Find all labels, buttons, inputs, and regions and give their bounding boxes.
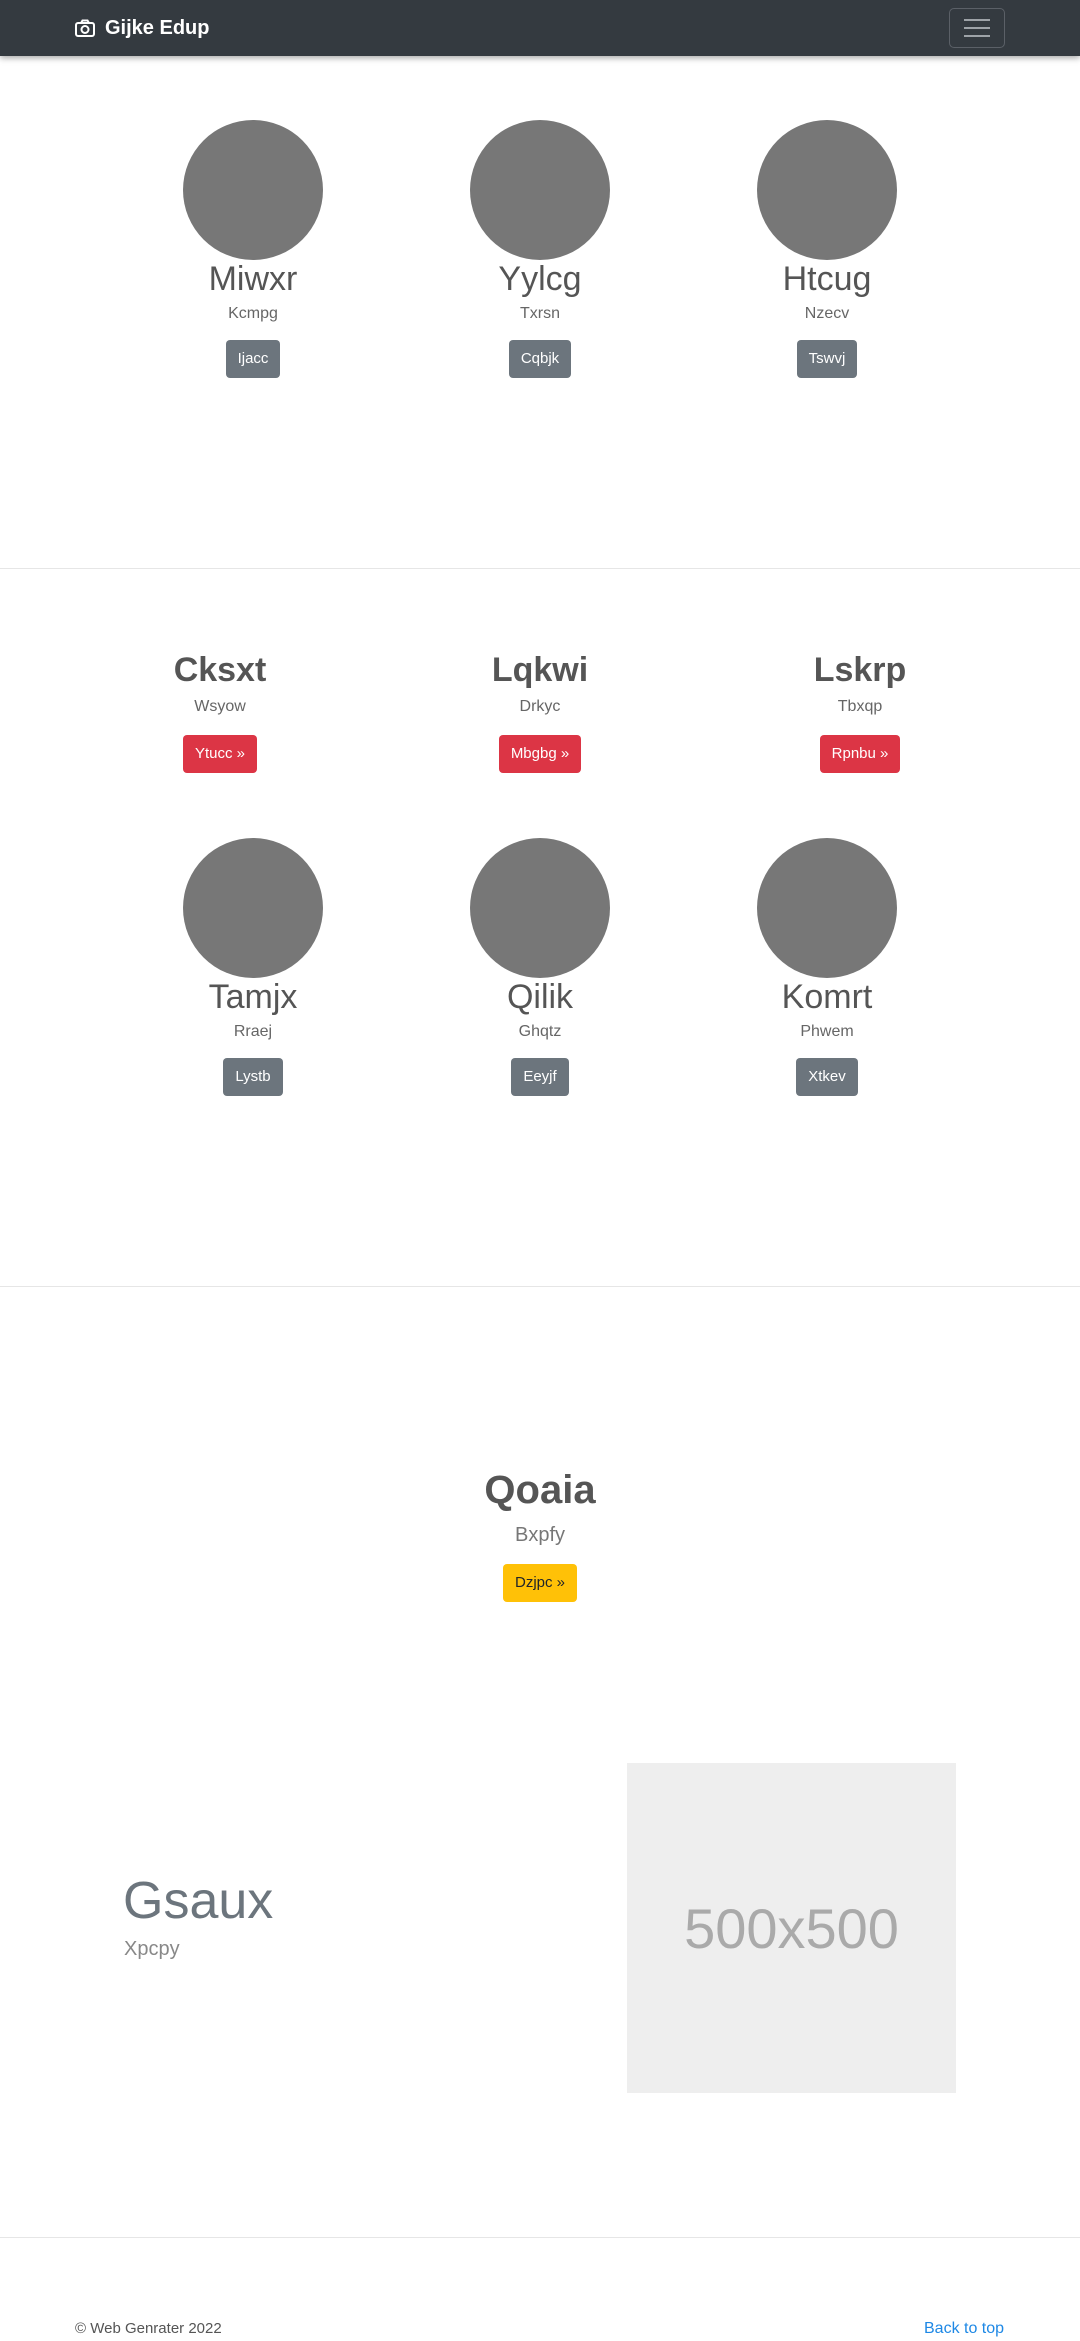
avatar [470, 838, 610, 978]
column-heading: Cksxt [173, 651, 267, 689]
profile-card: Miwxr Kcmpg Ijacc [133, 120, 373, 378]
center-button[interactable]: Dzjpc » [502, 1564, 578, 1602]
feature-column: Lqkwi Drkyc Mbgbg » [420, 649, 660, 773]
card-button[interactable]: Xtkev [796, 1058, 858, 1096]
profile-card: Komrt Phwem Xtkev [707, 838, 947, 1096]
featurette-text: Xpcpy [124, 1938, 180, 1960]
card-subtitle: Kcmpg [228, 305, 278, 322]
navbar: Gijke Edup [0, 0, 1080, 56]
placeholder-image: 500x500 [627, 1763, 956, 2093]
column-heading: Lqkwi [491, 651, 589, 689]
card-title: Htcug [782, 260, 872, 298]
column-text: Drkyc [519, 698, 561, 715]
avatar [183, 120, 323, 260]
footer-copyright: © Web Genrater 2022 [75, 2320, 222, 2337]
feature-column: Cksxt Wsyow Ytucc » [100, 649, 340, 773]
card-button[interactable]: Tswvj [796, 340, 858, 378]
card-title: Miwxr [208, 260, 298, 298]
section-divider [0, 1286, 1080, 1287]
section-divider [0, 568, 1080, 569]
brand-name: Gijke Edup [105, 16, 210, 39]
card-title: Yylcg [498, 260, 582, 298]
brand-link[interactable]: Gijke Edup [75, 13, 209, 43]
card-subtitle: Phwem [800, 1023, 854, 1040]
card-button[interactable]: Eeyjf [511, 1058, 569, 1096]
card-subtitle: Txrsn [520, 305, 560, 322]
card-subtitle: Nzecv [804, 305, 850, 322]
column-heading: Lskrp [813, 651, 907, 689]
card-button[interactable]: Ijacc [225, 340, 281, 378]
featurette-heading: Gsaux [123, 1872, 274, 1930]
card-subtitle: Rraej [233, 1023, 273, 1040]
column-text: Tbxqp [837, 698, 883, 715]
profile-card: Qilik Ghqtz Eeyjf [420, 838, 660, 1096]
placeholder-label: 500x500 [684, 1896, 899, 1960]
center-heading: Qoaia [484, 1468, 596, 1512]
card-title: Komrt [781, 978, 873, 1016]
avatar [757, 120, 897, 260]
section-divider [0, 2237, 1080, 2238]
avatar [757, 838, 897, 978]
back-to-top-link[interactable]: Back to top [924, 2319, 1004, 2339]
hamburger-icon [964, 19, 990, 21]
avatar [470, 120, 610, 260]
card-title: Tamjx [208, 978, 298, 1016]
center-section: Qoaia Bxpfy Dzjpc » [340, 1466, 740, 1602]
card-button[interactable]: Cqbjk [508, 340, 572, 378]
details-button[interactable]: Mbgbg » [498, 735, 582, 773]
center-text: Bxpfy [514, 1524, 566, 1546]
card-title: Qilik [506, 978, 574, 1016]
navbar-toggler-button[interactable] [949, 8, 1005, 48]
camera-icon [75, 19, 95, 37]
feature-column: Lskrp Tbxqp Rpnbu » [740, 649, 980, 773]
profile-card: Htcug Nzecv Tswvj [707, 120, 947, 378]
column-text: Wsyow [194, 698, 246, 715]
profile-card: Tamjx Rraej Lystb [133, 838, 373, 1096]
profile-card: Yylcg Txrsn Cqbjk [420, 120, 660, 378]
card-subtitle: Ghqtz [518, 1023, 562, 1040]
details-button[interactable]: Ytucc » [182, 735, 258, 773]
avatar [183, 838, 323, 978]
details-button[interactable]: Rpnbu » [819, 735, 901, 773]
card-button[interactable]: Lystb [223, 1058, 283, 1096]
